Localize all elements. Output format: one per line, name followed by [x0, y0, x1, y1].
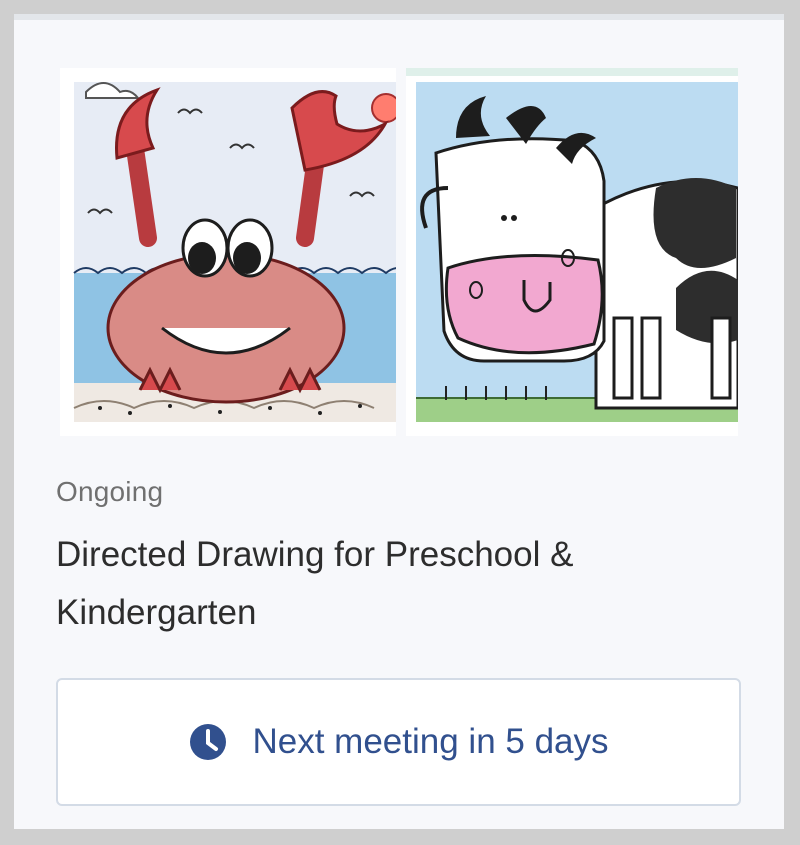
card-top-divider: [14, 14, 784, 20]
class-title[interactable]: Directed Drawing for Preschool & Kinderg…: [56, 526, 736, 642]
class-status: Ongoing: [56, 476, 164, 507]
next-meeting-label: Next meeting in 5 days: [252, 722, 609, 761]
clock-icon: [190, 724, 227, 760]
cow-drawing-image: [406, 68, 738, 436]
next-meeting-button[interactable]: Next meeting in 5 days: [56, 678, 741, 806]
class-card[interactable]: Ongoing Directed Drawing for Preschool &…: [14, 14, 784, 829]
crab-drawing-image: [60, 68, 396, 436]
